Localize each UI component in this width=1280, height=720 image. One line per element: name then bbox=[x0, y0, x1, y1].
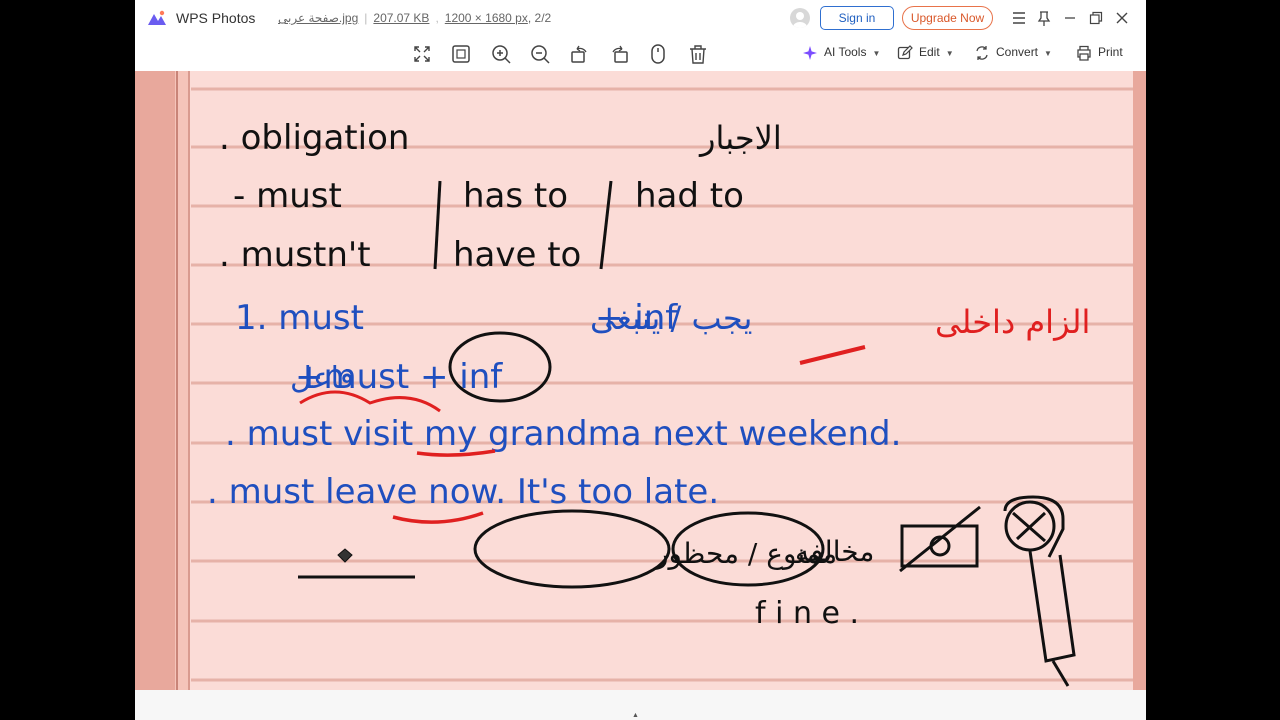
wps-photos-logo-icon bbox=[148, 10, 166, 25]
notebook-page-image: . obligation الاجبار - must has to had t… bbox=[135, 71, 1146, 690]
note-internal-obligation: الزام داخلى bbox=[935, 303, 1090, 341]
zoom-out-icon[interactable] bbox=[529, 43, 551, 65]
avatar[interactable] bbox=[790, 8, 810, 28]
chevron-down-icon: ▼ bbox=[1044, 48, 1052, 58]
rotate-right-icon[interactable] bbox=[609, 43, 631, 65]
note-mustnt: . mustn't bbox=[219, 235, 371, 275]
delete-icon[interactable] bbox=[687, 43, 709, 65]
image-viewer[interactable]: . obligation الاجبار - must has to had t… bbox=[135, 71, 1146, 690]
note-plus-inf: + inf bbox=[595, 298, 678, 338]
app-window: WPS Photos صفحة عربى.jpg | 207.07 KB, 1200 … bbox=[135, 0, 1146, 720]
note-fine: f i n e . bbox=[755, 596, 859, 631]
chevron-down-icon: ▼ bbox=[872, 48, 881, 58]
ai-tools-menu[interactable]: AI Tools ▼ bbox=[802, 45, 880, 63]
note-example-leave: . must leave now. It's too late. bbox=[207, 472, 719, 512]
note-violation: مخالفه bbox=[795, 535, 874, 568]
zoom-in-icon[interactable] bbox=[490, 43, 512, 65]
note-had-to: had to bbox=[635, 176, 744, 216]
restore-icon[interactable] bbox=[1087, 9, 1105, 27]
mouse-icon[interactable] bbox=[647, 43, 669, 65]
file-size: 207.07 KB bbox=[373, 11, 430, 25]
bottom-bar: ▲ bbox=[135, 690, 1146, 720]
rotate-left-icon[interactable] bbox=[568, 43, 590, 65]
note-obligation: . obligation bbox=[219, 118, 409, 158]
note-must-inf: +must + inf bbox=[295, 357, 503, 397]
note-must: - must bbox=[233, 176, 342, 216]
pin-icon[interactable] bbox=[1035, 9, 1053, 27]
file-name[interactable]: صفحة عربى.jpg bbox=[278, 11, 358, 25]
convert-menu[interactable]: Convert ▼ bbox=[974, 45, 1052, 63]
toolbar: AI Tools ▼ Edit ▼ Convert ▼ Print bbox=[135, 36, 1146, 70]
note-example-visit: . must visit my grandma next weekend. bbox=[225, 414, 901, 454]
note-1-must: 1. must bbox=[235, 298, 364, 338]
actual-size-icon[interactable] bbox=[450, 43, 472, 65]
fit-screen-icon[interactable] bbox=[411, 43, 433, 65]
expand-thumbnails-icon[interactable]: ▲ bbox=[632, 712, 639, 719]
note-obligation-arabic: الاجبار bbox=[698, 119, 782, 157]
page-indicator: 2/2 bbox=[534, 11, 552, 25]
print-label: Print bbox=[1098, 45, 1123, 60]
ai-tools-label: AI Tools bbox=[824, 45, 867, 60]
convert-icon bbox=[976, 46, 988, 60]
close-icon[interactable] bbox=[1113, 9, 1131, 27]
minimize-icon[interactable] bbox=[1061, 9, 1079, 27]
print-icon bbox=[1077, 45, 1091, 61]
note-have-to: have to bbox=[453, 235, 581, 275]
print-button[interactable]: Print bbox=[1076, 45, 1123, 63]
image-dimensions: 1200 × 1680 px bbox=[444, 11, 528, 25]
edit-menu[interactable]: Edit ▼ bbox=[897, 45, 954, 63]
sign-in-button[interactable]: Sign in bbox=[820, 6, 894, 30]
ai-sparkle-icon bbox=[803, 46, 817, 60]
edit-icon bbox=[897, 45, 913, 60]
app-title: WPS Photos bbox=[176, 10, 256, 26]
convert-label: Convert bbox=[996, 45, 1039, 60]
menu-icon[interactable] bbox=[1010, 9, 1028, 27]
title-bar: WPS Photos صفحة عربى.jpg | 207.07 KB, 1200 … bbox=[135, 0, 1146, 36]
upgrade-now-button[interactable]: Upgrade Now bbox=[902, 6, 993, 30]
file-info: صفحة عربى.jpg | 207.07 KB, 1200 × 1680 px, … bbox=[278, 11, 552, 25]
note-has-to: has to bbox=[463, 176, 568, 216]
chevron-down-icon: ▼ bbox=[945, 48, 954, 58]
edit-label: Edit bbox=[919, 45, 940, 60]
